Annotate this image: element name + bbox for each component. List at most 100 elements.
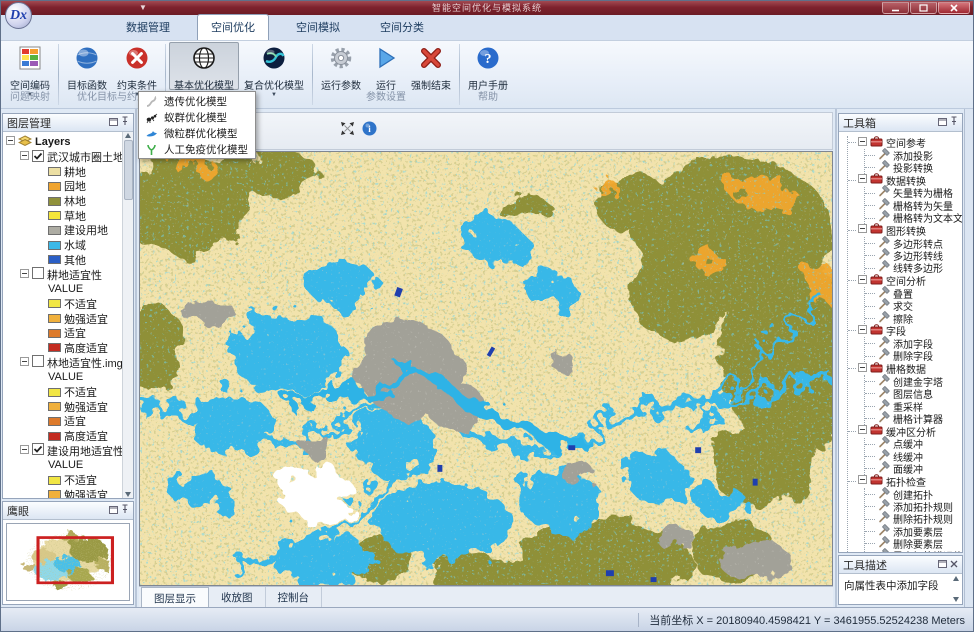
layer-node[interactable]: 建设用地适宜性	[6, 443, 122, 458]
map-tab-console[interactable]: 控制台	[266, 587, 323, 607]
ribbon-group: ? 用户手册 帮助	[461, 41, 515, 108]
map-tab-overview-map[interactable]: 收放图	[209, 587, 266, 607]
tab-spatial-classification[interactable]: 空间分类	[367, 15, 437, 40]
ribbon-group-label: 帮助	[461, 91, 515, 107]
group-separator	[312, 44, 313, 105]
current-coordinates: 当前坐标 X = 20180940.4598421 Y = 3461955.52…	[649, 612, 965, 628]
expander-icon[interactable]	[858, 363, 867, 375]
tab-data-management[interactable]: 数据管理	[113, 15, 183, 40]
expander-icon[interactable]	[6, 136, 15, 148]
float-panel-icon[interactable]	[109, 117, 118, 129]
objective-function-icon	[74, 45, 100, 76]
user-manual-icon: ?	[475, 45, 501, 76]
float-panel-icon[interactable]	[938, 559, 947, 571]
run-icon	[373, 45, 399, 76]
close-panel-icon[interactable]	[950, 559, 958, 571]
close-button[interactable]	[938, 2, 970, 14]
legend-swatch	[48, 167, 61, 176]
scroll-down-icon[interactable]	[125, 492, 131, 497]
run-button[interactable]: 运行	[366, 42, 406, 90]
ribbon-tab-bar: 数据管理空间优化空间模拟空间分类	[1, 15, 973, 41]
scroll-thumb[interactable]	[124, 140, 133, 200]
app-logo[interactable]: Dx	[5, 2, 32, 29]
layers-icon	[18, 135, 32, 150]
expander-icon[interactable]	[20, 357, 29, 369]
menu-item-genetic-model[interactable]: 遗传优化模型	[140, 93, 254, 109]
pin-panel-icon[interactable]	[121, 116, 129, 129]
map-tab-layer-display[interactable]: 图层显示	[141, 587, 209, 607]
run-parameters-button[interactable]: 运行参数	[316, 42, 366, 90]
expander-icon[interactable]	[858, 325, 867, 337]
minimize-icon	[891, 5, 900, 12]
menu-item-particle-swarm-model[interactable]: 微粒群优化模型	[140, 125, 254, 141]
constraint-condition-button[interactable]: 约束条件 ▼	[112, 42, 162, 90]
legend-swatch	[48, 197, 61, 206]
legend-item: 园地	[6, 179, 122, 194]
close-icon	[950, 4, 958, 12]
layers-scrollbar[interactable]	[122, 132, 133, 498]
expander-icon[interactable]	[20, 151, 29, 163]
application-window: 智能空间优化与模拟系统 Dx ▼ 数据管理空间优化空间模拟空间分类 空间编码 ▼…	[0, 0, 974, 632]
legend-swatch	[48, 417, 61, 426]
legend-swatch	[48, 343, 61, 352]
menu-item-immune-model[interactable]: 人工免疫优化模型	[140, 141, 254, 157]
minimize-button[interactable]	[882, 2, 909, 14]
legend-item: 勉强适宜	[6, 311, 122, 326]
menu-item-ant-colony-model[interactable]: 蚁群优化模型	[140, 109, 254, 125]
expander-icon[interactable]	[858, 174, 867, 186]
layers-root-node[interactable]: Layers	[6, 135, 122, 150]
expander-icon[interactable]	[858, 425, 867, 437]
legend-swatch	[48, 314, 61, 323]
map-canvas[interactable]	[139, 151, 833, 586]
user-manual-button[interactable]: ? 用户手册	[463, 42, 513, 90]
layer-checkbox[interactable]	[32, 355, 44, 370]
toolbox-tool[interactable]: 导出拓扑错误信息	[865, 550, 962, 552]
expander-icon[interactable]	[20, 445, 29, 457]
expander-icon[interactable]	[858, 137, 867, 149]
layer-node[interactable]: 耕地适宜性	[6, 267, 122, 282]
svg-text:?: ?	[485, 52, 492, 67]
basic-optimization-model-button[interactable]: 基本优化模型 ▼	[169, 42, 239, 90]
float-panel-icon[interactable]	[109, 505, 118, 517]
spatial-encoding-button[interactable]: 空间编码 ▼	[5, 42, 55, 90]
force-stop-button[interactable]: 强制结束	[406, 42, 456, 90]
layer-node[interactable]: 武汉城市圈土地利用	[6, 150, 122, 165]
expander-icon[interactable]	[858, 224, 867, 236]
eagle-eye-map[interactable]	[6, 523, 130, 601]
layer-checkbox[interactable]	[32, 150, 44, 165]
legend-item: 适宜	[6, 414, 122, 429]
pin-panel-icon[interactable]	[950, 116, 958, 129]
objective-function-button[interactable]: 目标函数	[62, 42, 112, 90]
scroll-up-icon[interactable]	[125, 133, 131, 138]
composite-optimization-model-button[interactable]: 复合优化模型 ▼	[239, 42, 309, 90]
pin-panel-icon[interactable]	[121, 504, 129, 517]
tab-spatial-optimization[interactable]: 空间优化	[197, 14, 269, 40]
constraint-condition-icon	[124, 45, 150, 76]
toolbox-tool[interactable]: 擦除	[865, 312, 962, 324]
legend-item: 不适宜	[6, 297, 122, 312]
legend-item: 高度适宜	[6, 429, 122, 444]
scroll-down-icon[interactable]	[953, 597, 959, 602]
layer-checkbox[interactable]	[32, 443, 44, 458]
legend-swatch	[48, 299, 61, 308]
full-extent-icon[interactable]	[340, 121, 355, 141]
tool-description-scrollbar[interactable]	[951, 576, 961, 602]
basic-optimization-model-menu: 遗传优化模型 蚁群优化模型 微粒群优化模型 人工免疫优化模型	[138, 91, 256, 159]
quick-access-dropdown-icon[interactable]: ▼	[139, 2, 147, 14]
group-separator	[459, 44, 460, 105]
expander-icon[interactable]	[20, 269, 29, 281]
statusbar-separator	[638, 613, 639, 627]
scroll-up-icon[interactable]	[953, 576, 959, 581]
maximize-button[interactable]	[910, 2, 937, 14]
float-panel-icon[interactable]	[938, 117, 947, 129]
landuse-map[interactable]	[140, 152, 832, 585]
expander-icon[interactable]	[858, 475, 867, 487]
tab-spatial-simulation[interactable]: 空间模拟	[283, 15, 353, 40]
value-header: VALUE	[6, 282, 122, 297]
expander-icon[interactable]	[858, 275, 867, 287]
layer-node[interactable]: 林地适宜性.img	[6, 355, 122, 370]
identify-icon[interactable]: i	[362, 121, 377, 141]
legend-item: 不适宜	[6, 385, 122, 400]
tool-description-text: 向属性表中添加字段	[839, 574, 962, 593]
layer-checkbox[interactable]	[32, 267, 44, 282]
